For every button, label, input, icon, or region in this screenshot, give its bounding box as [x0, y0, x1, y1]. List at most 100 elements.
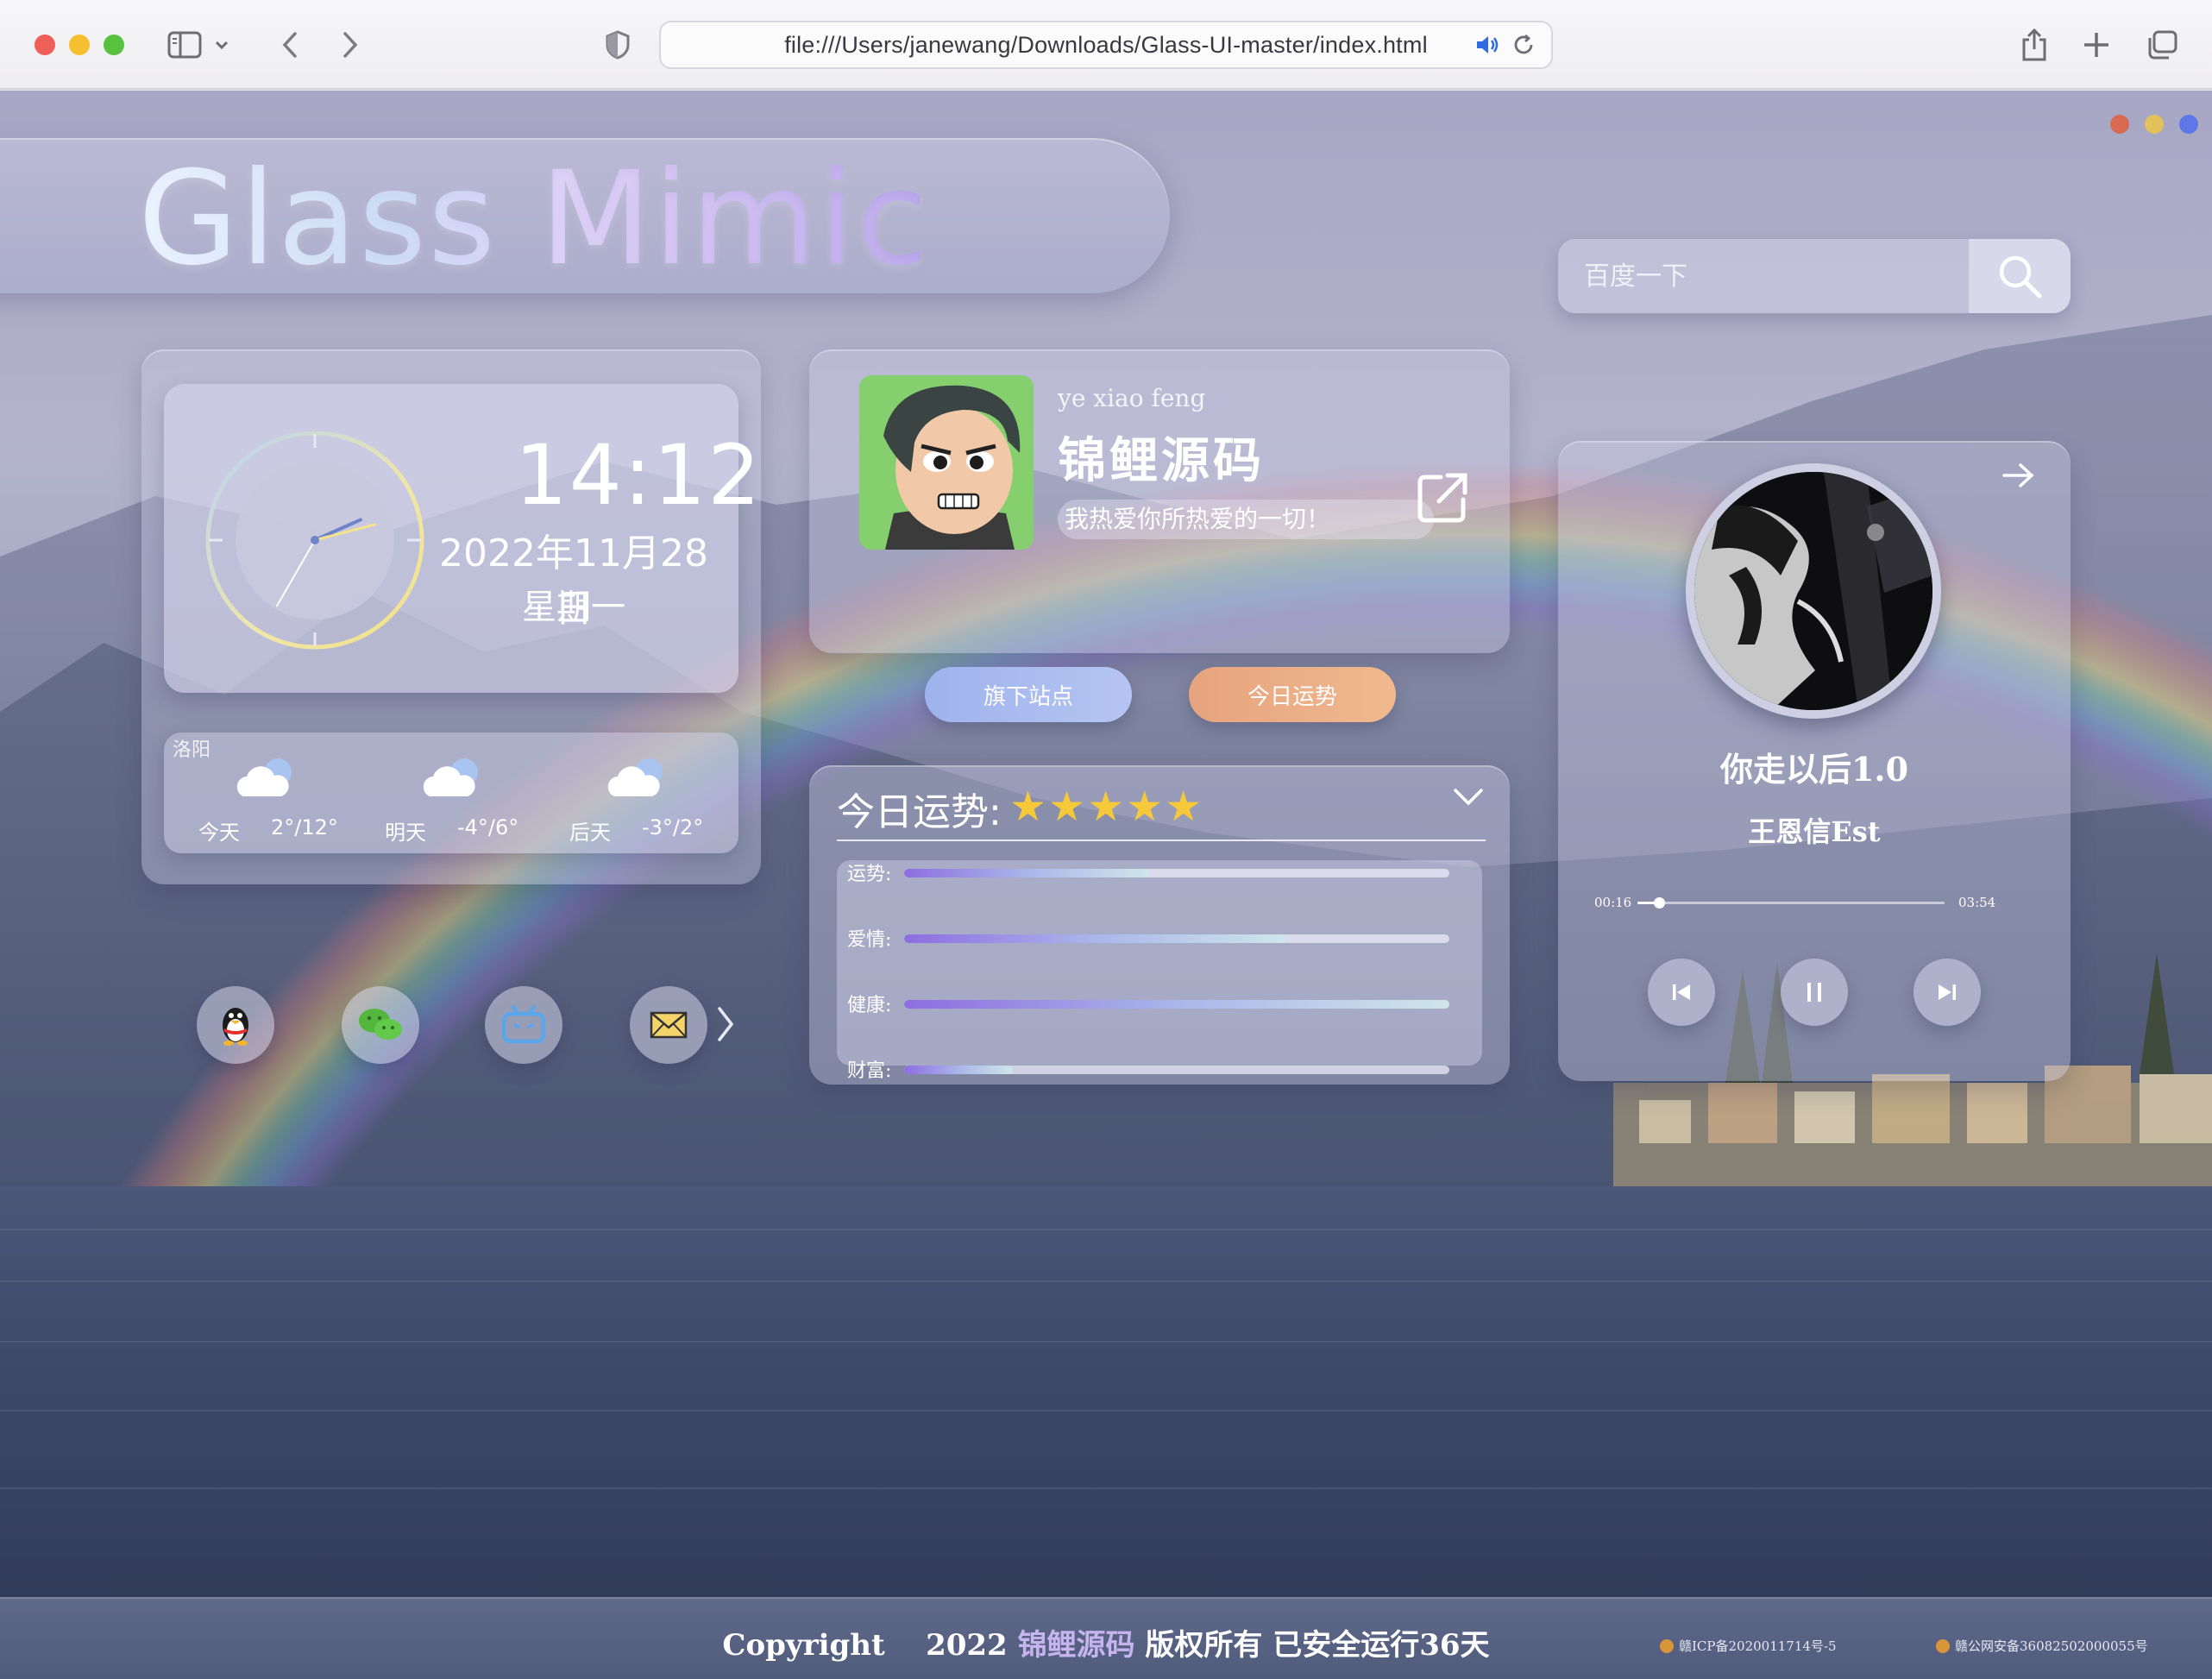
copyright-brand[interactable]: 锦鲤源码 — [1018, 1628, 1135, 1663]
emblem-icon — [1936, 1638, 1950, 1653]
progress-bar[interactable] — [1637, 897, 1945, 909]
copyright-text: Copyright 2022 锦鲤源码 版权所有 已安全运行36天 — [0, 1621, 2212, 1663]
fortune-button[interactable]: 今日运势 — [1189, 667, 1396, 722]
skip-next-icon — [1939, 984, 1956, 1000]
email-button[interactable] — [630, 986, 707, 1064]
emblem-icon — [1660, 1638, 1674, 1653]
search-box — [1558, 239, 2071, 313]
weekday-text: 星期一 — [522, 588, 625, 627]
fortune-bar-fill — [904, 1066, 1014, 1074]
copyright-prefix: Copyright — [722, 1628, 885, 1663]
mail-icon — [650, 1011, 688, 1039]
weather-day-label: 明天 — [385, 821, 426, 845]
reload-icon[interactable] — [1510, 31, 1537, 63]
fortune-bar — [904, 869, 1449, 877]
fortune-bar — [904, 1066, 1449, 1074]
cloud-icon — [423, 758, 478, 796]
tab-overview-icon[interactable] — [2140, 22, 2184, 67]
forward-icon[interactable] — [328, 22, 373, 67]
url-text: file:///Users/janewang/Downloads/Glass-U… — [784, 31, 1428, 58]
site-title: Glass Mimic — [138, 144, 930, 294]
browser-toolbar: file:///Users/janewang/Downloads/Glass-U… — [0, 0, 2212, 90]
search-icon — [1999, 255, 2042, 299]
search-input[interactable] — [1558, 239, 1969, 313]
external-link-icon[interactable] — [1417, 470, 1470, 528]
bilibili-button[interactable] — [485, 986, 562, 1064]
fortune-bar-fill — [904, 934, 1286, 943]
chevron-down-icon[interactable] — [209, 22, 235, 67]
wechat-button[interactable] — [342, 986, 419, 1064]
new-tab-icon[interactable] — [2074, 22, 2119, 67]
next-button[interactable] — [1914, 959, 1981, 1026]
chevron-right-icon[interactable] — [714, 1005, 737, 1047]
profile-name: 锦鲤源码 — [1058, 433, 1265, 489]
cloud-icon — [236, 758, 292, 796]
fortune-bar-fill — [904, 1000, 1449, 1009]
song-artist: 王恩信Est — [1748, 815, 1881, 848]
theme-dot-blue[interactable] — [2179, 115, 2198, 134]
album-art — [1694, 472, 1932, 710]
pause-button[interactable] — [1781, 959, 1848, 1026]
search-button[interactable] — [1969, 239, 2071, 313]
close-window-button[interactable] — [35, 35, 55, 55]
chevron-down-icon[interactable] — [1453, 788, 1484, 811]
fortune-bar — [904, 1000, 1449, 1009]
fortune-bar — [904, 934, 1449, 943]
arrow-right-icon[interactable] — [2001, 462, 2036, 494]
pause-icon — [1807, 983, 1821, 1002]
icp-text: 赣ICP备2020011714号-5 — [1679, 1638, 1837, 1654]
fortune-row-label: 健康: — [847, 995, 892, 1016]
cloud-icon — [607, 758, 663, 796]
profile-avatar[interactable] — [859, 375, 1034, 550]
tv-icon — [501, 1005, 546, 1044]
weather-day-label: 今天 — [198, 821, 240, 845]
song-title: 你走以后1.0 — [1719, 750, 1909, 789]
theme-dots — [2110, 115, 2198, 134]
avatar-illustration — [859, 375, 1034, 550]
weather-tomorrow: 明天 -4°/6° — [385, 746, 557, 850]
analog-clock — [205, 431, 424, 650]
album-disc[interactable] — [1686, 463, 1941, 719]
current-time: 00:16 — [1594, 895, 1632, 910]
back-icon[interactable] — [267, 22, 312, 67]
police-record-link[interactable]: 赣公网安备36082502000055号 — [1936, 1637, 2148, 1655]
zoom-window-button[interactable] — [104, 35, 124, 55]
album-cover — [1694, 472, 1932, 710]
weather-day-label: 后天 — [569, 821, 611, 845]
sidebar-toggle-icon[interactable] — [162, 22, 207, 67]
wechat-icon — [359, 1009, 402, 1040]
minimize-window-button[interactable] — [69, 35, 90, 55]
fortune-row-label: 爱情: — [847, 929, 892, 951]
fortune-title: 今日运势: — [837, 790, 1002, 834]
qq-button[interactable] — [197, 986, 274, 1064]
profile-pinyin: ye xiao feng — [1058, 384, 1206, 412]
weather-temp: -3°/2° — [642, 815, 704, 840]
address-bar[interactable]: file:///Users/janewang/Downloads/Glass-U… — [659, 21, 1553, 69]
fortune-row-label: 财富: — [847, 1060, 892, 1082]
progress-knob[interactable] — [1653, 897, 1665, 909]
profile-motto: 我热爱你所热爱的一切！ — [1058, 500, 1434, 539]
weather-temp: 2°/12° — [271, 815, 338, 840]
digital-time: 14:12 — [514, 427, 763, 524]
weather-today: 今天 2°/12° — [198, 746, 371, 850]
police-text: 赣公网安备36082502000055号 — [1955, 1638, 2148, 1654]
speaker-icon[interactable] — [1474, 31, 1501, 63]
fortune-details — [837, 860, 1482, 1066]
skip-previous-icon — [1673, 984, 1690, 1000]
previous-button[interactable] — [1648, 959, 1715, 1026]
fortune-stars: ★★★★★ — [1009, 784, 1204, 830]
theme-dot-red[interactable] — [2110, 115, 2129, 134]
copyright-year: 2022 — [926, 1628, 1008, 1663]
privacy-shield-icon[interactable] — [595, 22, 640, 67]
penguin-icon — [223, 1008, 248, 1046]
fortune-row-label: 运势: — [847, 864, 892, 885]
sites-button[interactable]: 旗下站点 — [925, 667, 1132, 722]
share-icon[interactable] — [2012, 22, 2057, 67]
fortune-divider — [837, 840, 1486, 841]
theme-dot-yellow[interactable] — [2145, 115, 2164, 134]
weather-day-after: 后天 -3°/2° — [569, 746, 742, 850]
page-content: Glass Mimic 14:12 2022年11月28日 星期一 — [0, 91, 2212, 1679]
weather-temp: -4°/6° — [457, 815, 519, 840]
icp-link[interactable]: 赣ICP备2020011714号-5 — [1660, 1637, 1837, 1655]
fortune-bar-fill — [904, 869, 1150, 877]
